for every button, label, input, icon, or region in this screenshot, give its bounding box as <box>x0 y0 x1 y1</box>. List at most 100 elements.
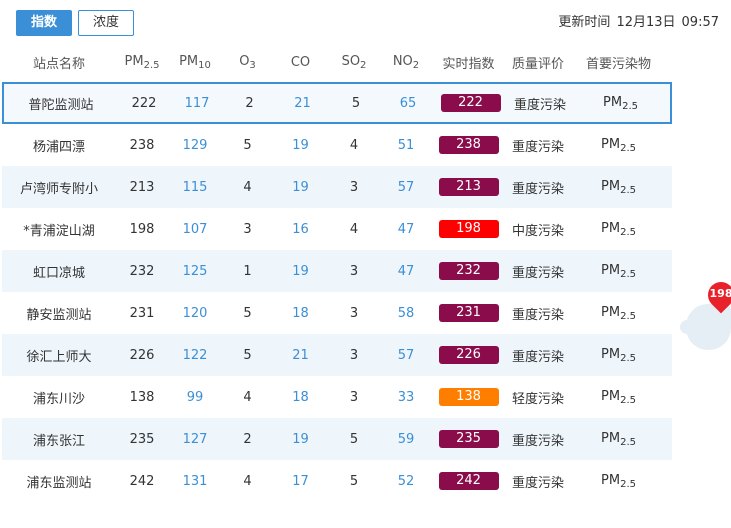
primary-pollutant: PM2.5 <box>601 220 636 238</box>
update-time: 更新时间 12月13日 09:57 <box>552 11 719 30</box>
quality-label: 重度污染 <box>511 307 564 323</box>
aqi-badge: 232 <box>438 262 499 280</box>
update-date: 12月13日 <box>616 15 676 30</box>
table-row[interactable]: 浦东川沙 138 99 4 18 3 33 138 轻度污染 PM2.5 <box>2 376 672 418</box>
quality-label: 中度污染 <box>511 223 564 239</box>
pm25-value: 213 <box>129 179 155 195</box>
co-value: 19 <box>292 137 309 153</box>
co-value: 17 <box>292 473 309 489</box>
table-row[interactable]: 卢湾师专附小 213 115 4 19 3 57 213 重度污染 PM2.5 <box>2 166 672 208</box>
table-row[interactable]: 静安监测站 231 120 5 18 3 58 231 重度污染 PM2.5 <box>2 292 672 334</box>
table-row[interactable]: *青浦淀山湖 198 107 3 16 4 47 198 中度污染 PM2.5 <box>2 208 672 250</box>
map-pin-value: 198 <box>709 287 731 300</box>
tab-concentration[interactable]: 浓度 <box>78 10 135 36</box>
pm10-value: 115 <box>182 179 208 195</box>
no2-value: 58 <box>397 305 415 321</box>
aqi-badge: 242 <box>438 472 499 490</box>
quality-label: 重度污染 <box>513 97 566 113</box>
pm10-value: 129 <box>182 137 208 153</box>
co-value: 21 <box>292 347 309 363</box>
co-value: 19 <box>292 431 309 447</box>
aqi-cell: 232 <box>432 262 505 280</box>
primary-pollutant: PM2.5 <box>601 472 636 490</box>
so2-value: 4 <box>349 221 359 237</box>
tab-bar: 指数 浓度 <box>16 10 135 36</box>
co-value: 21 <box>294 95 311 111</box>
so2-value: 3 <box>349 179 359 195</box>
header-o3: O3 <box>239 53 256 71</box>
pm25-value: 232 <box>129 263 155 279</box>
table-header: 站点名称 PM2.5 PM10 O3 CO SO2 NO2 实时指数 质量评价 … <box>2 42 672 82</box>
header-quality: 质量评价 <box>511 56 564 72</box>
so2-value: 4 <box>349 137 359 153</box>
so2-value: 5 <box>349 473 359 489</box>
aqi-badge: 213 <box>438 178 499 196</box>
aqi-cell: 198 <box>432 220 505 238</box>
aqi-cell: 213 <box>432 178 505 196</box>
station-name[interactable]: 浦东川沙 <box>2 388 116 407</box>
aqi-badge: 226 <box>438 346 499 364</box>
pm25-value: 235 <box>129 431 155 447</box>
pm25-value: 198 <box>129 221 155 237</box>
primary-pollutant: PM2.5 <box>601 304 636 322</box>
aqi-badge: 238 <box>438 136 499 154</box>
primary-pollutant: PM2.5 <box>601 136 636 154</box>
no2-value: 59 <box>397 431 415 447</box>
station-table: 站点名称 PM2.5 PM10 O3 CO SO2 NO2 实时指数 质量评价 … <box>2 42 672 502</box>
pm25-value: 231 <box>129 305 155 321</box>
pm25-value: 222 <box>131 95 157 111</box>
pm10-value: 131 <box>182 473 208 489</box>
co-value: 19 <box>292 263 309 279</box>
station-name[interactable]: 虹口凉城 <box>2 262 116 281</box>
station-name[interactable]: 浦东张江 <box>2 430 116 449</box>
aqi-cell: 238 <box>432 136 505 154</box>
map-marker[interactable]: 198 <box>680 276 731 362</box>
aqi-cell: 222 <box>434 94 507 112</box>
so2-value: 3 <box>349 347 359 363</box>
aqi-badge: 138 <box>438 388 499 406</box>
no2-value: 51 <box>397 137 415 153</box>
table-row[interactable]: 浦东监测站 242 131 4 17 5 52 242 重度污染 PM2.5 <box>2 460 672 502</box>
header-pm10: PM10 <box>179 53 211 71</box>
so2-value: 5 <box>351 95 361 111</box>
station-name[interactable]: 徐汇上师大 <box>2 346 116 365</box>
co-value: 16 <box>292 221 309 237</box>
tab-index[interactable]: 指数 <box>16 10 73 36</box>
o3-value: 2 <box>245 95 254 111</box>
station-name[interactable]: *青浦淀山湖 <box>2 220 116 239</box>
header-co: CO <box>290 54 311 70</box>
pm10-value: 99 <box>186 389 204 405</box>
pm10-value: 122 <box>182 347 208 363</box>
no2-value: 57 <box>397 179 415 195</box>
primary-pollutant: PM2.5 <box>601 262 636 280</box>
pm25-value: 138 <box>129 389 155 405</box>
no2-value: 33 <box>397 389 415 405</box>
header-realtime-index: 实时指数 <box>442 56 495 72</box>
quality-label: 重度污染 <box>511 433 564 449</box>
o3-value: 5 <box>243 305 252 321</box>
co-value: 18 <box>292 305 309 321</box>
station-name[interactable]: 静安监测站 <box>2 304 116 323</box>
o3-value: 5 <box>243 347 252 363</box>
table-row[interactable]: 浦东张江 235 127 2 19 5 59 235 重度污染 PM2.5 <box>2 418 672 460</box>
table-row[interactable]: 虹口凉城 232 125 1 19 3 47 232 重度污染 PM2.5 <box>2 250 672 292</box>
aqi-cell: 231 <box>432 304 505 322</box>
quality-label: 重度污染 <box>511 265 564 281</box>
quality-label: 重度污染 <box>511 349 564 365</box>
aqi-badge: 198 <box>438 220 499 238</box>
o3-value: 4 <box>243 473 252 489</box>
co-value: 19 <box>292 179 309 195</box>
pm25-value: 226 <box>129 347 155 363</box>
station-name[interactable]: 杨浦四漂 <box>2 136 116 155</box>
table-row[interactable]: 徐汇上师大 226 122 5 21 3 57 226 重度污染 PM2.5 <box>2 334 672 376</box>
table-row[interactable]: 杨浦四漂 238 129 5 19 4 51 238 重度污染 PM2.5 <box>2 124 672 166</box>
table-row[interactable]: 普陀监测站 222 117 2 21 5 65 222 重度污染 PM2.5 <box>2 82 672 124</box>
station-name[interactable]: 卢湾师专附小 <box>2 178 116 197</box>
update-clock: 09:57 <box>681 15 719 30</box>
aqi-cell: 138 <box>432 388 505 406</box>
quality-label: 重度污染 <box>511 139 564 155</box>
station-name[interactable]: 普陀监测站 <box>4 94 118 113</box>
station-name[interactable]: 浦东监测站 <box>2 472 116 491</box>
header-station-name: 站点名称 <box>32 56 85 72</box>
header-primary-pollutant: 首要污染物 <box>585 56 651 72</box>
